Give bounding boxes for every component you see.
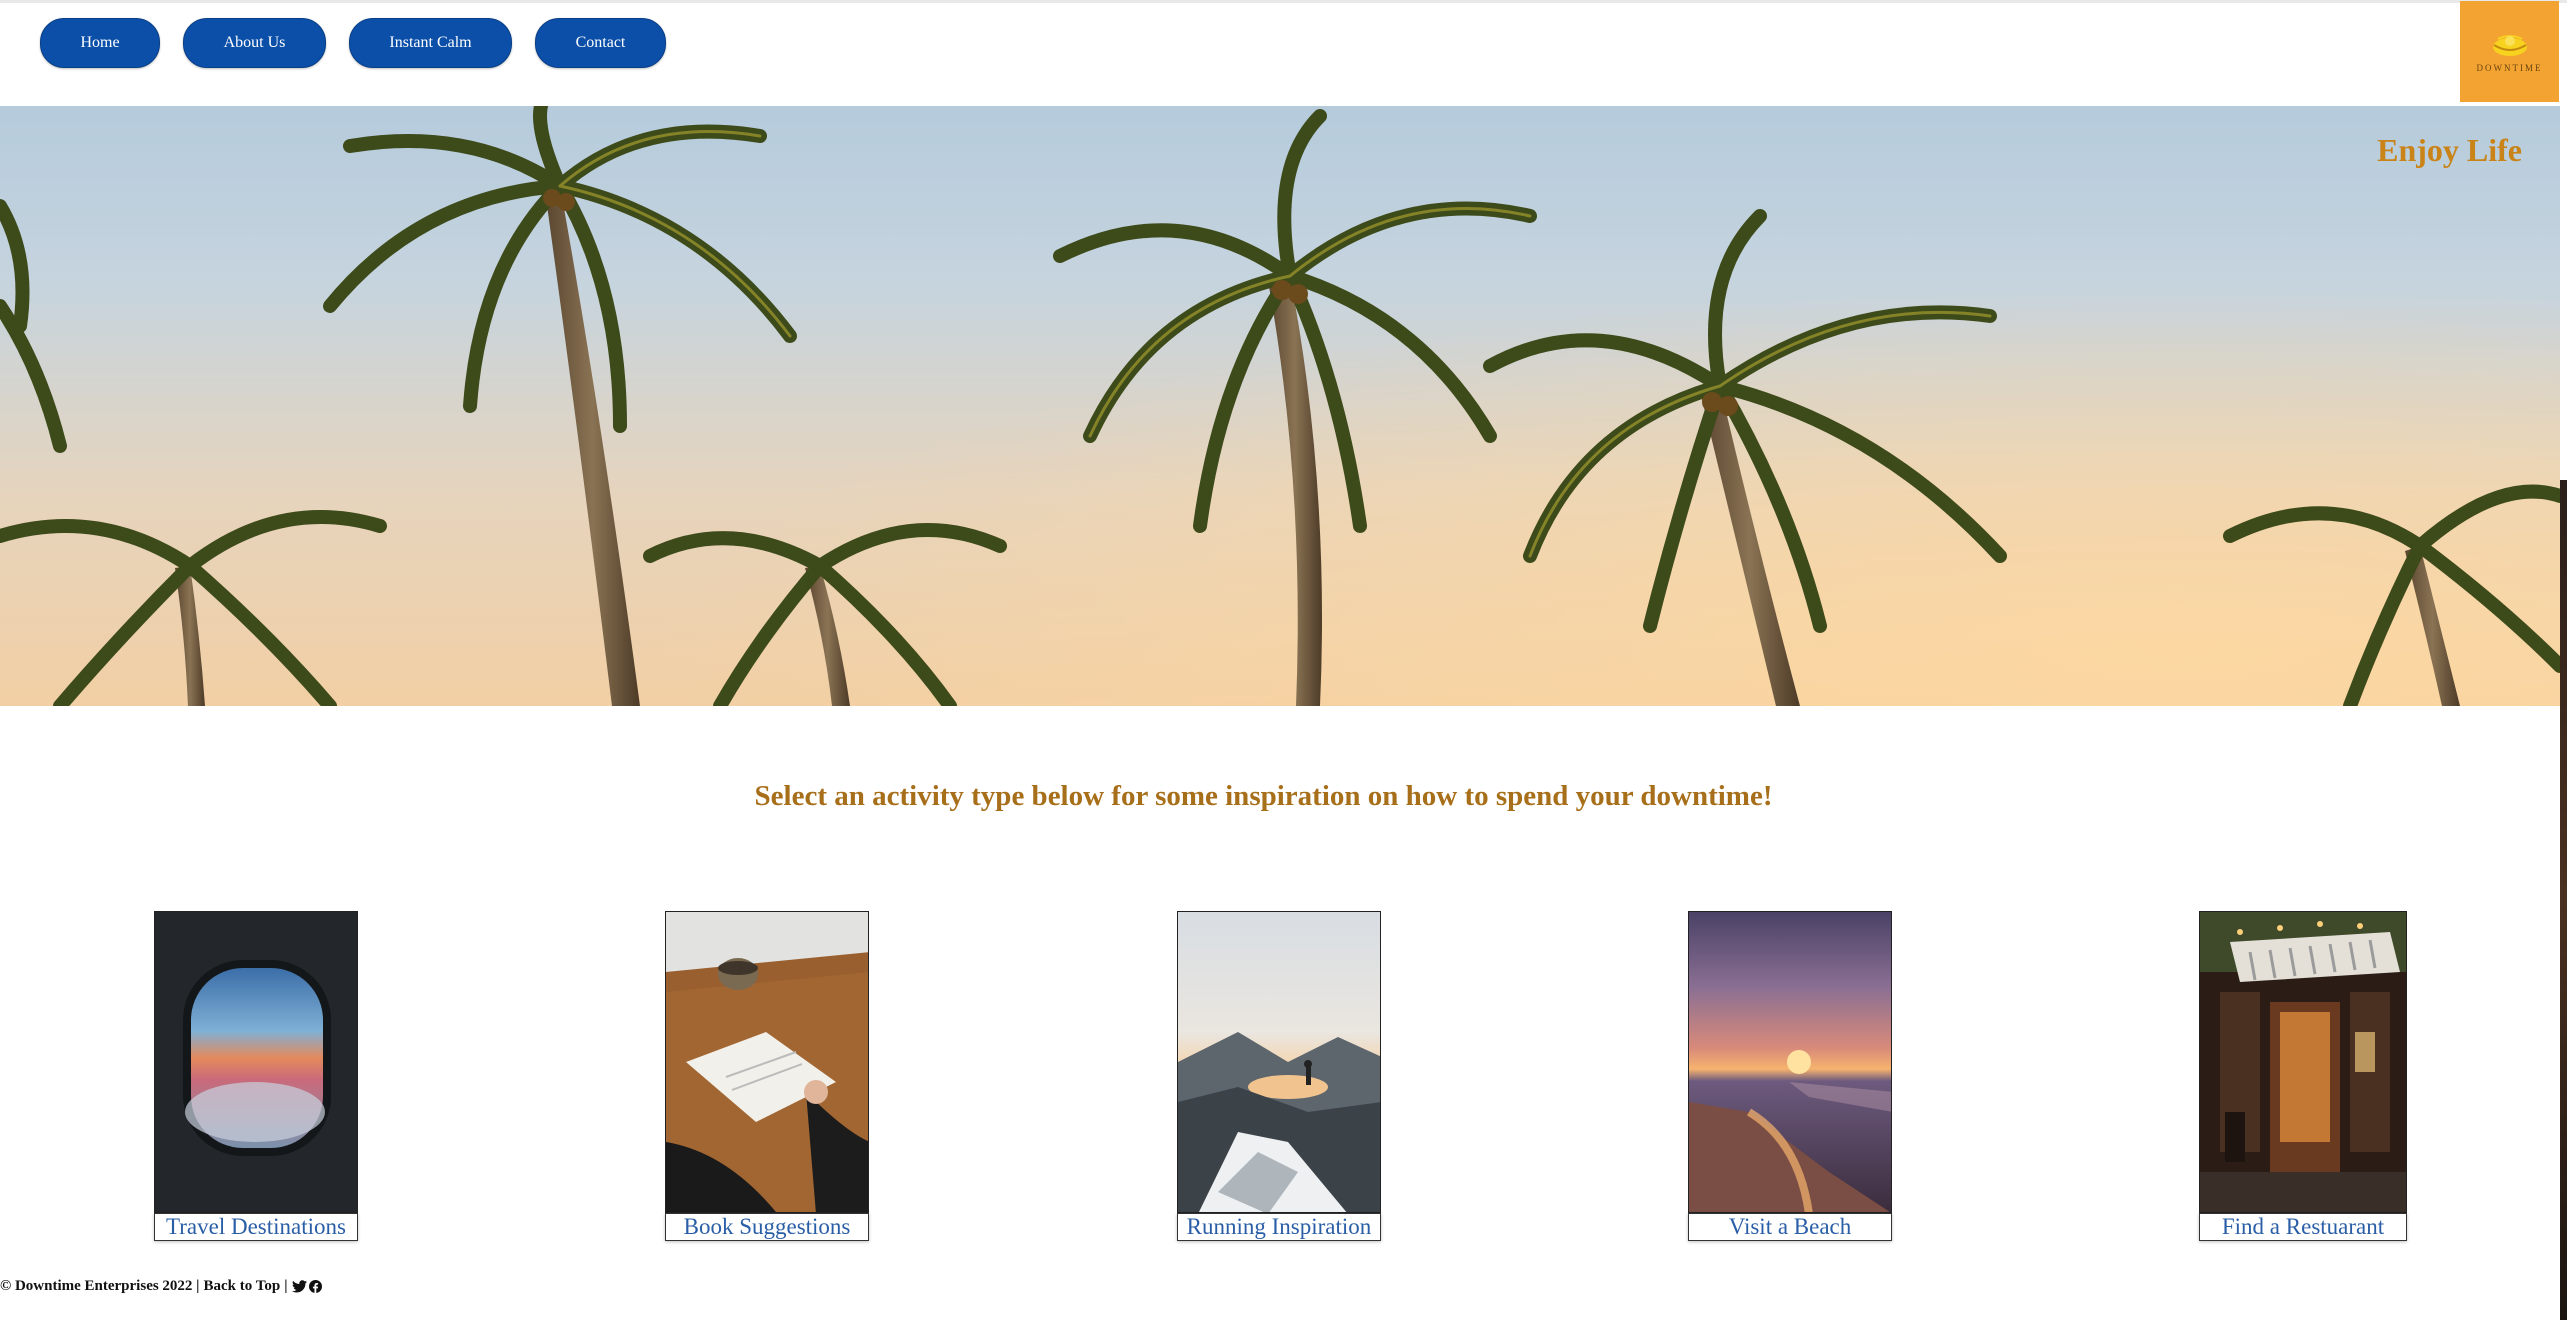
card-label-restaurant[interactable]: Find a Restuarant [2199, 1213, 2407, 1241]
twitter-icon[interactable] [291, 1280, 307, 1293]
nav-instant-calm-button[interactable]: Instant Calm [349, 18, 512, 68]
nav-home-button[interactable]: Home [40, 18, 160, 68]
mountain-runner-image [1177, 911, 1381, 1213]
airplane-window-image [154, 911, 358, 1213]
main-nav: Home About Us Instant Calm Contact DOWNT… [0, 0, 2567, 105]
nav-contact-button[interactable]: Contact [535, 18, 666, 68]
card-label-travel[interactable]: Travel Destinations [154, 1213, 358, 1241]
card-label-books[interactable]: Book Suggestions [665, 1213, 869, 1241]
beach-sunset-image [1688, 911, 1892, 1213]
logo-text: DOWNTIME [2476, 62, 2543, 73]
hero-banner: Enjoy Life [0, 106, 2560, 706]
downtime-logo[interactable]: DOWNTIME [2460, 1, 2559, 102]
facebook-icon[interactable] [308, 1280, 322, 1293]
card-label-beach[interactable]: Visit a Beach [1688, 1213, 1892, 1241]
copyright-text: © Downtime Enterprises 2022 | [0, 1278, 200, 1294]
edge-image-strip [2560, 480, 2567, 1320]
card-label-running[interactable]: Running Inspiration [1177, 1213, 1381, 1241]
book-reading-image [665, 911, 869, 1213]
social-links [291, 1280, 322, 1293]
footer-separator: | [284, 1278, 288, 1294]
restaurant-storefront-image [2199, 911, 2407, 1213]
back-to-top-link[interactable]: Back to Top [204, 1278, 281, 1295]
palm-trees-image [0, 106, 2560, 706]
page-footer: © Downtime Enterprises 2022 | Back to To… [0, 1278, 322, 1295]
activity-prompt: Select an activity type below for some i… [754, 780, 1773, 812]
sun-hammock-icon [2492, 34, 2527, 56]
nav-about-button[interactable]: About Us [183, 18, 326, 68]
hero-tagline: Enjoy Life [2377, 132, 2522, 168]
